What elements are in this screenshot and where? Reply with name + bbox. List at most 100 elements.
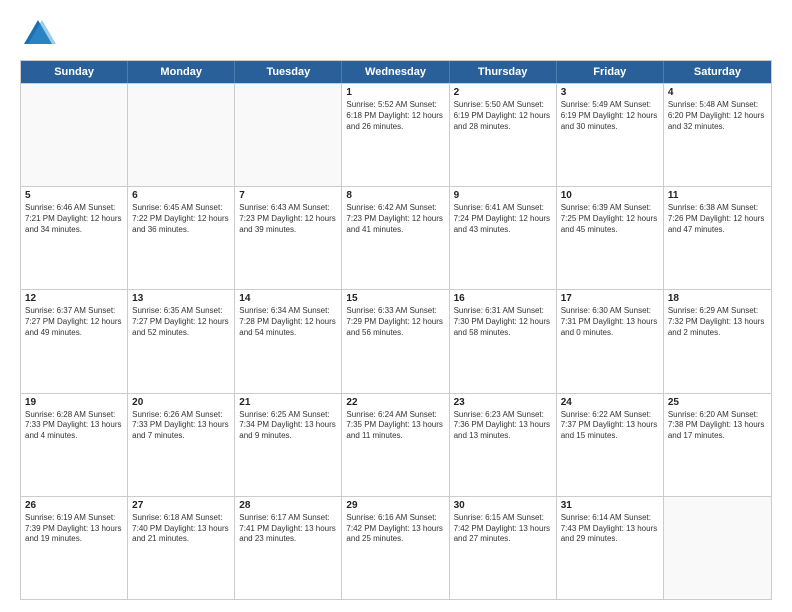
day-cell-1: 1 Sunrise: 5:52 AM Sunset: 6:18 PM Daylig… xyxy=(342,84,449,186)
day-number: 15 xyxy=(346,293,444,304)
empty-cell-0-0 xyxy=(21,84,128,186)
cell-content: Sunrise: 6:17 AM Sunset: 7:41 PM Dayligh… xyxy=(239,513,337,545)
day-cell-8: 8 Sunrise: 6:42 AM Sunset: 7:23 PM Daylig… xyxy=(342,187,449,289)
day-number: 30 xyxy=(454,500,552,511)
day-cell-20: 20 Sunrise: 6:26 AM Sunset: 7:33 PM Dayli… xyxy=(128,394,235,496)
calendar-row-3: 19 Sunrise: 6:28 AM Sunset: 7:33 PM Dayli… xyxy=(21,393,771,496)
cell-content: Sunrise: 6:38 AM Sunset: 7:26 PM Dayligh… xyxy=(668,203,767,235)
empty-cell-4-6 xyxy=(664,497,771,599)
cell-content: Sunrise: 6:23 AM Sunset: 7:36 PM Dayligh… xyxy=(454,410,552,442)
day-number: 6 xyxy=(132,190,230,201)
day-number: 26 xyxy=(25,500,123,511)
day-cell-28: 28 Sunrise: 6:17 AM Sunset: 7:41 PM Dayli… xyxy=(235,497,342,599)
header-day-saturday: Saturday xyxy=(664,61,771,83)
day-number: 3 xyxy=(561,87,659,98)
day-cell-13: 13 Sunrise: 6:35 AM Sunset: 7:27 PM Dayli… xyxy=(128,290,235,392)
calendar-header: SundayMondayTuesdayWednesdayThursdayFrid… xyxy=(21,61,771,83)
day-number: 5 xyxy=(25,190,123,201)
header-day-thursday: Thursday xyxy=(450,61,557,83)
cell-content: Sunrise: 6:46 AM Sunset: 7:21 PM Dayligh… xyxy=(25,203,123,235)
day-number: 19 xyxy=(25,397,123,408)
day-number: 16 xyxy=(454,293,552,304)
cell-content: Sunrise: 6:19 AM Sunset: 7:39 PM Dayligh… xyxy=(25,513,123,545)
day-number: 31 xyxy=(561,500,659,511)
cell-content: Sunrise: 6:35 AM Sunset: 7:27 PM Dayligh… xyxy=(132,306,230,338)
cell-content: Sunrise: 5:52 AM Sunset: 6:18 PM Dayligh… xyxy=(346,100,444,132)
cell-content: Sunrise: 6:41 AM Sunset: 7:24 PM Dayligh… xyxy=(454,203,552,235)
cell-content: Sunrise: 6:18 AM Sunset: 7:40 PM Dayligh… xyxy=(132,513,230,545)
header-day-monday: Monday xyxy=(128,61,235,83)
cell-content: Sunrise: 6:28 AM Sunset: 7:33 PM Dayligh… xyxy=(25,410,123,442)
day-cell-29: 29 Sunrise: 6:16 AM Sunset: 7:42 PM Dayli… xyxy=(342,497,449,599)
day-cell-16: 16 Sunrise: 6:31 AM Sunset: 7:30 PM Dayli… xyxy=(450,290,557,392)
day-cell-27: 27 Sunrise: 6:18 AM Sunset: 7:40 PM Dayli… xyxy=(128,497,235,599)
day-cell-18: 18Sunrise: 6:29 AM Sunset: 7:32 PM Dayli… xyxy=(664,290,771,392)
empty-cell-0-1 xyxy=(128,84,235,186)
cell-content: Sunrise: 5:50 AM Sunset: 6:19 PM Dayligh… xyxy=(454,100,552,132)
day-cell-12: 12Sunrise: 6:37 AM Sunset: 7:27 PM Dayli… xyxy=(21,290,128,392)
day-cell-21: 21 Sunrise: 6:25 AM Sunset: 7:34 PM Dayli… xyxy=(235,394,342,496)
day-cell-10: 10 Sunrise: 6:39 AM Sunset: 7:25 PM Dayli… xyxy=(557,187,664,289)
day-number: 14 xyxy=(239,293,337,304)
cell-content: Sunrise: 6:22 AM Sunset: 7:37 PM Dayligh… xyxy=(561,410,659,442)
day-cell-4: 4Sunrise: 5:48 AM Sunset: 6:20 PM Daylig… xyxy=(664,84,771,186)
cell-content: Sunrise: 6:16 AM Sunset: 7:42 PM Dayligh… xyxy=(346,513,444,545)
day-cell-14: 14Sunrise: 6:34 AM Sunset: 7:28 PM Dayli… xyxy=(235,290,342,392)
day-cell-26: 26 Sunrise: 6:19 AM Sunset: 7:39 PM Dayli… xyxy=(21,497,128,599)
day-cell-24: 24 Sunrise: 6:22 AM Sunset: 7:37 PM Dayli… xyxy=(557,394,664,496)
cell-content: Sunrise: 6:26 AM Sunset: 7:33 PM Dayligh… xyxy=(132,410,230,442)
day-number: 2 xyxy=(454,87,552,98)
day-number: 20 xyxy=(132,397,230,408)
day-number: 17 xyxy=(561,293,659,304)
day-number: 10 xyxy=(561,190,659,201)
page: SundayMondayTuesdayWednesdayThursdayFrid… xyxy=(0,0,792,612)
day-number: 13 xyxy=(132,293,230,304)
header-day-wednesday: Wednesday xyxy=(342,61,449,83)
calendar-row-0: 1 Sunrise: 5:52 AM Sunset: 6:18 PM Daylig… xyxy=(21,83,771,186)
day-cell-25: 25 Sunrise: 6:20 AM Sunset: 7:38 PM Dayli… xyxy=(664,394,771,496)
day-cell-15: 15 Sunrise: 6:33 AM Sunset: 7:29 PM Dayli… xyxy=(342,290,449,392)
day-number: 12 xyxy=(25,293,123,304)
cell-content: Sunrise: 6:14 AM Sunset: 7:43 PM Dayligh… xyxy=(561,513,659,545)
day-number: 29 xyxy=(346,500,444,511)
day-cell-19: 19 Sunrise: 6:28 AM Sunset: 7:33 PM Dayli… xyxy=(21,394,128,496)
day-number: 1 xyxy=(346,87,444,98)
day-cell-9: 9Sunrise: 6:41 AM Sunset: 7:24 PM Daylig… xyxy=(450,187,557,289)
day-number: 23 xyxy=(454,397,552,408)
logo-icon xyxy=(20,16,56,52)
day-number: 25 xyxy=(668,397,767,408)
day-cell-22: 22 Sunrise: 6:24 AM Sunset: 7:35 PM Dayli… xyxy=(342,394,449,496)
day-number: 24 xyxy=(561,397,659,408)
day-number: 28 xyxy=(239,500,337,511)
day-number: 22 xyxy=(346,397,444,408)
calendar-body: 1 Sunrise: 5:52 AM Sunset: 6:18 PM Daylig… xyxy=(21,83,771,599)
header-day-tuesday: Tuesday xyxy=(235,61,342,83)
cell-content: Sunrise: 6:24 AM Sunset: 7:35 PM Dayligh… xyxy=(346,410,444,442)
day-number: 27 xyxy=(132,500,230,511)
day-cell-17: 17 Sunrise: 6:30 AM Sunset: 7:31 PM Dayli… xyxy=(557,290,664,392)
day-cell-2: 2 Sunrise: 5:50 AM Sunset: 6:19 PM Daylig… xyxy=(450,84,557,186)
cell-content: Sunrise: 6:29 AM Sunset: 7:32 PM Dayligh… xyxy=(668,306,767,338)
cell-content: Sunrise: 6:25 AM Sunset: 7:34 PM Dayligh… xyxy=(239,410,337,442)
day-cell-23: 23 Sunrise: 6:23 AM Sunset: 7:36 PM Dayli… xyxy=(450,394,557,496)
cell-content: Sunrise: 6:39 AM Sunset: 7:25 PM Dayligh… xyxy=(561,203,659,235)
day-cell-7: 7Sunrise: 6:43 AM Sunset: 7:23 PM Daylig… xyxy=(235,187,342,289)
day-number: 8 xyxy=(346,190,444,201)
cell-content: Sunrise: 6:42 AM Sunset: 7:23 PM Dayligh… xyxy=(346,203,444,235)
day-cell-30: 30Sunrise: 6:15 AM Sunset: 7:42 PM Dayli… xyxy=(450,497,557,599)
day-number: 21 xyxy=(239,397,337,408)
header xyxy=(20,16,772,52)
cell-content: Sunrise: 6:33 AM Sunset: 7:29 PM Dayligh… xyxy=(346,306,444,338)
logo xyxy=(20,16,60,52)
day-cell-11: 11Sunrise: 6:38 AM Sunset: 7:26 PM Dayli… xyxy=(664,187,771,289)
calendar-row-2: 12Sunrise: 6:37 AM Sunset: 7:27 PM Dayli… xyxy=(21,289,771,392)
cell-content: Sunrise: 6:30 AM Sunset: 7:31 PM Dayligh… xyxy=(561,306,659,338)
cell-content: Sunrise: 5:49 AM Sunset: 6:19 PM Dayligh… xyxy=(561,100,659,132)
day-cell-31: 31 Sunrise: 6:14 AM Sunset: 7:43 PM Dayli… xyxy=(557,497,664,599)
header-day-sunday: Sunday xyxy=(21,61,128,83)
cell-content: Sunrise: 6:20 AM Sunset: 7:38 PM Dayligh… xyxy=(668,410,767,442)
calendar-row-4: 26 Sunrise: 6:19 AM Sunset: 7:39 PM Dayli… xyxy=(21,496,771,599)
header-day-friday: Friday xyxy=(557,61,664,83)
cell-content: Sunrise: 6:31 AM Sunset: 7:30 PM Dayligh… xyxy=(454,306,552,338)
cell-content: Sunrise: 6:43 AM Sunset: 7:23 PM Dayligh… xyxy=(239,203,337,235)
